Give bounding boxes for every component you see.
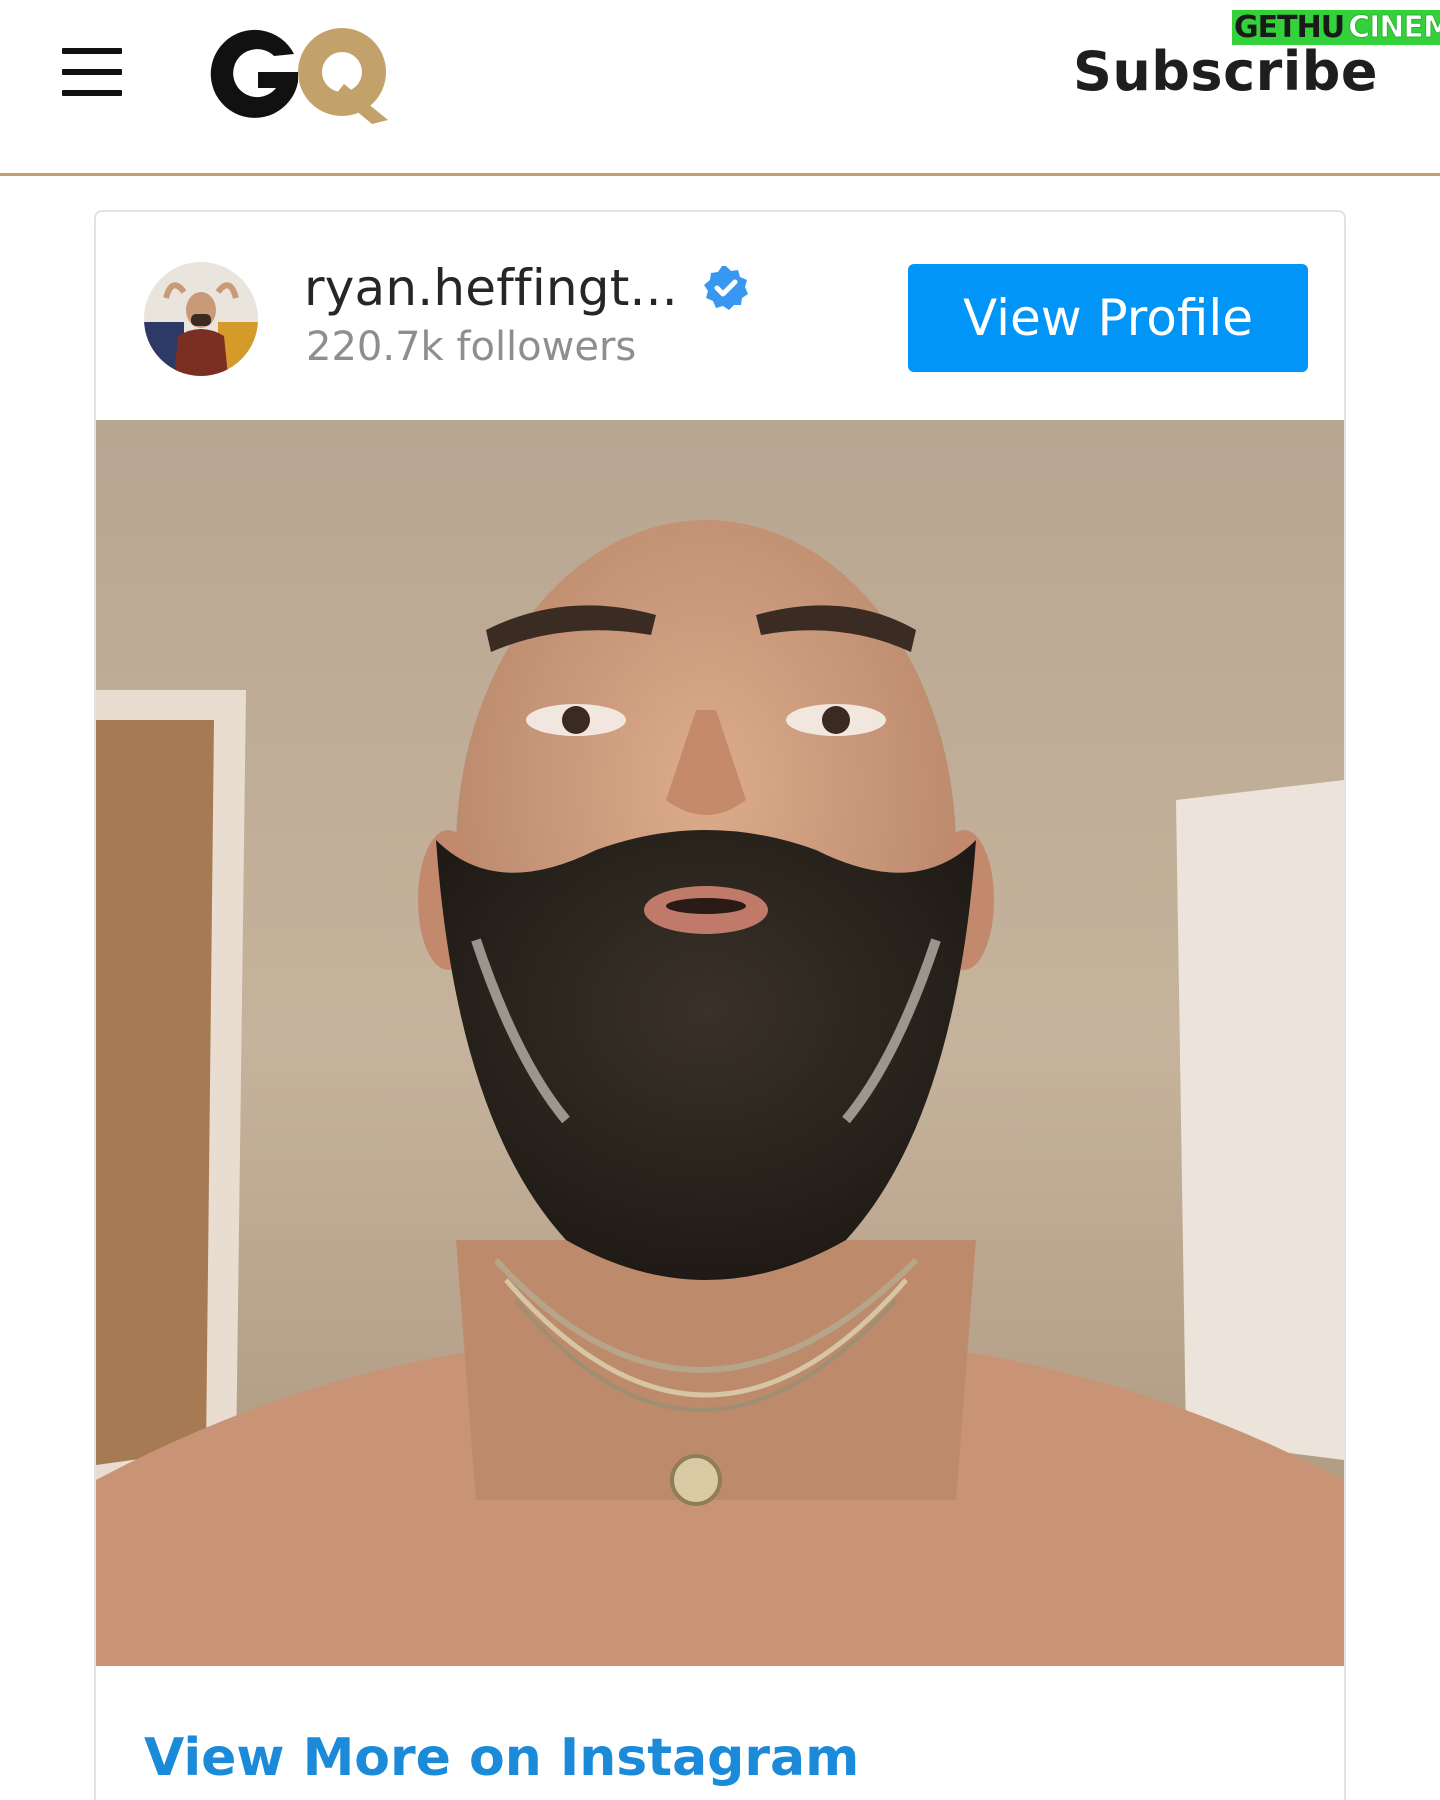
post-photo[interactable] [96,420,1344,1666]
gq-logo[interactable] [202,20,392,124]
verified-badge-icon [703,266,748,310]
watermark-text-part2: CINEMA [1346,10,1440,46]
instagram-embed-card: ryan.heffingt... 220.7k followers View P… [94,210,1346,1800]
view-profile-button[interactable]: View Profile [908,264,1308,372]
follower-count: 220.7k followers [306,324,637,370]
profile-username[interactable]: ryan.heffingt... [304,259,678,317]
site-header: Subscribe GETHUCINEMA [0,0,1440,176]
gq-logo-mark [210,28,388,124]
view-more-instagram-link[interactable]: View More on Instagram [144,1728,859,1788]
username-row: ryan.heffingt... [304,258,750,318]
watermark-logo: GETHUCINEMA [1224,4,1440,56]
profile-avatar[interactable] [144,262,258,376]
page: Subscribe GETHUCINEMA ryan.heffingt... [0,0,1440,1800]
watermark-text-part1: GETHU [1232,10,1347,45]
hamburger-menu-icon[interactable] [60,46,124,98]
